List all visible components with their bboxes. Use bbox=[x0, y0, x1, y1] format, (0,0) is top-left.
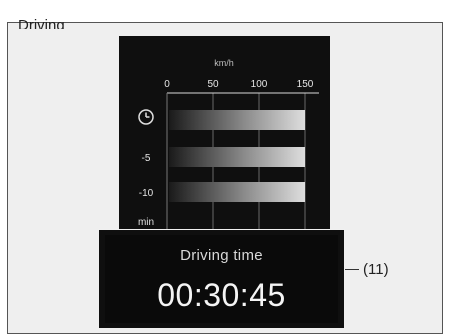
speed-history-display: km/h 0 50 100 150 -5 -10 min bbox=[119, 36, 330, 230]
clock-icon bbox=[138, 109, 154, 125]
x-tick-label: 100 bbox=[251, 79, 268, 90]
driving-time-label: Driving time bbox=[180, 247, 263, 264]
x-tick-label: 0 bbox=[164, 79, 170, 90]
speed-unit-label: km/h bbox=[214, 58, 234, 68]
time-axis-unit: min bbox=[138, 217, 154, 228]
speed-bar bbox=[169, 110, 305, 130]
speed-history-chart: km/h 0 50 100 150 -5 -10 min bbox=[138, 58, 319, 230]
speed-bar bbox=[169, 182, 305, 202]
row-time-label: -10 bbox=[139, 188, 154, 199]
page-heading: Driving bbox=[18, 17, 65, 29]
driving-time-value: 00:30:45 bbox=[157, 277, 286, 313]
callout-leader-line bbox=[345, 269, 359, 270]
driving-time-screen: Driving time 00:30:45 bbox=[105, 235, 338, 323]
callout-number: (11) bbox=[363, 261, 389, 278]
x-tick-label: 50 bbox=[207, 79, 219, 90]
row-time-label: -5 bbox=[142, 153, 151, 164]
driving-time-panel: Driving time 00:30:45 bbox=[98, 229, 345, 329]
x-tick-label: 150 bbox=[297, 79, 314, 90]
speed-bar bbox=[169, 147, 305, 167]
